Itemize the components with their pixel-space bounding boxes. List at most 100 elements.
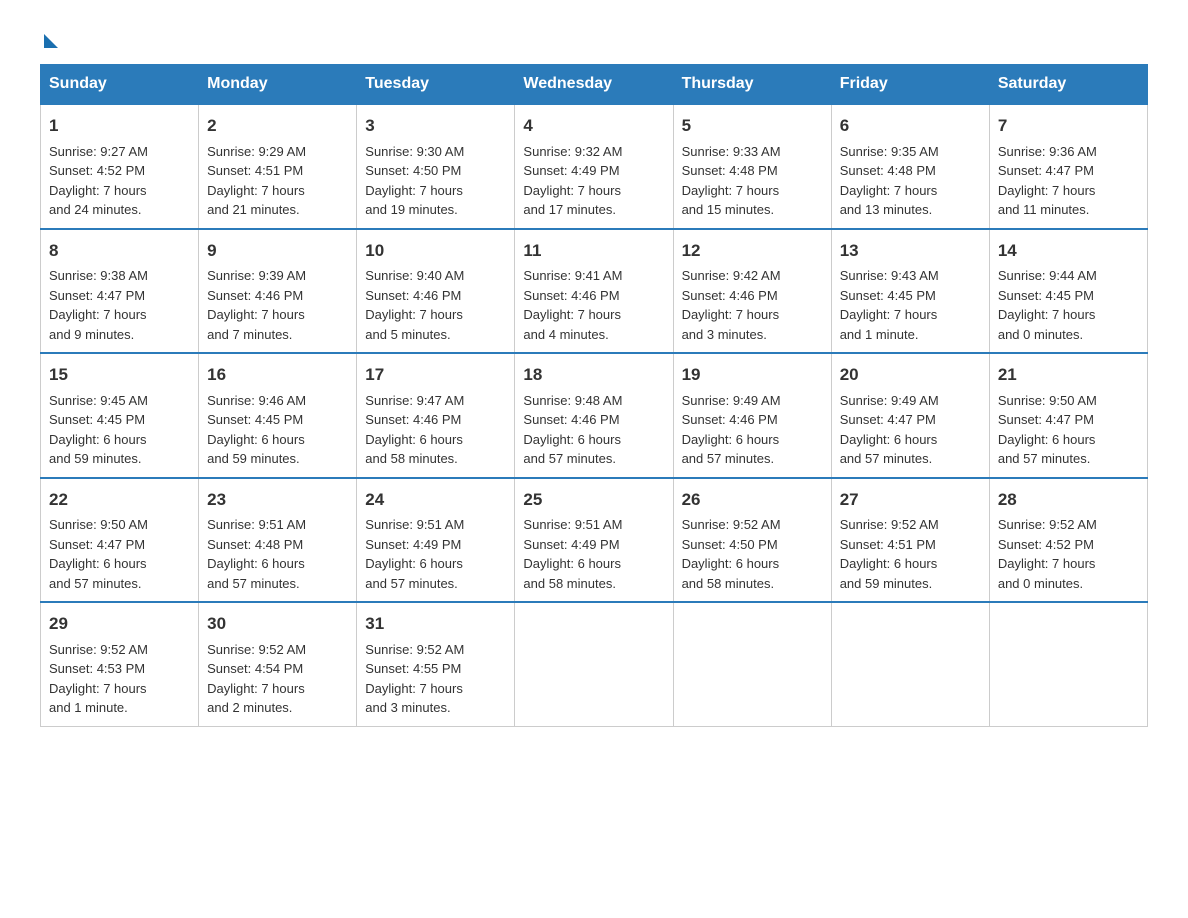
week-row-4: 22Sunrise: 9:50 AM Sunset: 4:47 PM Dayli… — [41, 478, 1148, 603]
day-number: 9 — [207, 238, 348, 264]
calendar-cell: 4Sunrise: 9:32 AM Sunset: 4:49 PM Daylig… — [515, 104, 673, 229]
day-info: Sunrise: 9:51 AM Sunset: 4:49 PM Dayligh… — [365, 515, 506, 593]
day-number: 17 — [365, 362, 506, 388]
day-info: Sunrise: 9:51 AM Sunset: 4:48 PM Dayligh… — [207, 515, 348, 593]
day-number: 27 — [840, 487, 981, 513]
day-number: 13 — [840, 238, 981, 264]
day-number: 25 — [523, 487, 664, 513]
day-number: 15 — [49, 362, 190, 388]
day-number: 23 — [207, 487, 348, 513]
calendar-cell: 24Sunrise: 9:51 AM Sunset: 4:49 PM Dayli… — [357, 478, 515, 603]
calendar-cell: 10Sunrise: 9:40 AM Sunset: 4:46 PM Dayli… — [357, 229, 515, 354]
day-number: 14 — [998, 238, 1139, 264]
calendar-cell: 19 Sunrise: 9:49 AM Sunset: 4:46 PM Dayli… — [673, 353, 831, 478]
calendar-cell: 13Sunrise: 9:43 AM Sunset: 4:45 PM Dayli… — [831, 229, 989, 354]
week-row-2: 8Sunrise: 9:38 AM Sunset: 4:47 PM Daylig… — [41, 229, 1148, 354]
day-info: Sunrise: 9:49 AM Sunset: 4:47 PM Dayligh… — [840, 391, 981, 469]
weekday-header-monday: Monday — [199, 65, 357, 105]
calendar-cell: 27Sunrise: 9:52 AM Sunset: 4:51 PM Dayli… — [831, 478, 989, 603]
day-number: 18 — [523, 362, 664, 388]
day-info: Sunrise: 9:49 AM Sunset: 4:46 PM Dayligh… — [682, 391, 823, 469]
day-number: 31 — [365, 611, 506, 637]
calendar-cell — [673, 602, 831, 726]
day-number: 10 — [365, 238, 506, 264]
calendar-cell: 5 Sunrise: 9:33 AM Sunset: 4:48 PM Daylig… — [673, 104, 831, 229]
calendar-cell: 28Sunrise: 9:52 AM Sunset: 4:52 PM Dayli… — [989, 478, 1147, 603]
day-number: 2 — [207, 113, 348, 139]
calendar-cell: 30 Sunrise: 9:52 AM Sunset: 4:54 PM Dayli… — [199, 602, 357, 726]
week-row-5: 29 Sunrise: 9:52 AM Sunset: 4:53 PM Dayli… — [41, 602, 1148, 726]
day-info: Sunrise: 9:52 AM Sunset: 4:51 PM Dayligh… — [840, 515, 981, 593]
calendar-cell: 16 Sunrise: 9:46 AM Sunset: 4:45 PM Dayli… — [199, 353, 357, 478]
day-info: Sunrise: 9:50 AM Sunset: 4:47 PM Dayligh… — [998, 391, 1139, 469]
day-number: 30 — [207, 611, 348, 637]
calendar-cell: 7 Sunrise: 9:36 AM Sunset: 4:47 PM Daylig… — [989, 104, 1147, 229]
calendar-cell: 14Sunrise: 9:44 AM Sunset: 4:45 PM Dayli… — [989, 229, 1147, 354]
weekday-header-sunday: Sunday — [41, 65, 199, 105]
day-info: Sunrise: 9:52 AM Sunset: 4:54 PM Dayligh… — [207, 640, 348, 718]
logo — [40, 30, 58, 44]
calendar-cell: 11Sunrise: 9:41 AM Sunset: 4:46 PM Dayli… — [515, 229, 673, 354]
weekday-header-thursday: Thursday — [673, 65, 831, 105]
weekday-header-tuesday: Tuesday — [357, 65, 515, 105]
day-info: Sunrise: 9:29 AM Sunset: 4:51 PM Dayligh… — [207, 142, 348, 220]
calendar-cell: 1 Sunrise: 9:27 AM Sunset: 4:52 PM Daylig… — [41, 104, 199, 229]
day-info: Sunrise: 9:39 AM Sunset: 4:46 PM Dayligh… — [207, 266, 348, 344]
weekday-header-friday: Friday — [831, 65, 989, 105]
calendar-cell: 31 Sunrise: 9:52 AM Sunset: 4:55 PM Dayli… — [357, 602, 515, 726]
calendar-cell: 18 Sunrise: 9:48 AM Sunset: 4:46 PM Dayli… — [515, 353, 673, 478]
day-info: Sunrise: 9:33 AM Sunset: 4:48 PM Dayligh… — [682, 142, 823, 220]
day-info: Sunrise: 9:30 AM Sunset: 4:50 PM Dayligh… — [365, 142, 506, 220]
calendar-cell: 26Sunrise: 9:52 AM Sunset: 4:50 PM Dayli… — [673, 478, 831, 603]
weekday-header-saturday: Saturday — [989, 65, 1147, 105]
day-info: Sunrise: 9:36 AM Sunset: 4:47 PM Dayligh… — [998, 142, 1139, 220]
day-info: Sunrise: 9:48 AM Sunset: 4:46 PM Dayligh… — [523, 391, 664, 469]
day-number: 29 — [49, 611, 190, 637]
calendar-cell: 22Sunrise: 9:50 AM Sunset: 4:47 PM Dayli… — [41, 478, 199, 603]
calendar-cell: 15 Sunrise: 9:45 AM Sunset: 4:45 PM Dayli… — [41, 353, 199, 478]
calendar-cell: 29 Sunrise: 9:52 AM Sunset: 4:53 PM Dayli… — [41, 602, 199, 726]
day-number: 21 — [998, 362, 1139, 388]
calendar-cell — [515, 602, 673, 726]
day-info: Sunrise: 9:52 AM Sunset: 4:55 PM Dayligh… — [365, 640, 506, 718]
logo-arrow-icon — [44, 34, 58, 48]
day-number: 28 — [998, 487, 1139, 513]
day-info: Sunrise: 9:27 AM Sunset: 4:52 PM Dayligh… — [49, 142, 190, 220]
day-number: 26 — [682, 487, 823, 513]
calendar-cell: 2 Sunrise: 9:29 AM Sunset: 4:51 PM Daylig… — [199, 104, 357, 229]
calendar-cell: 12Sunrise: 9:42 AM Sunset: 4:46 PM Dayli… — [673, 229, 831, 354]
weekday-header-wednesday: Wednesday — [515, 65, 673, 105]
day-number: 1 — [49, 113, 190, 139]
day-number: 22 — [49, 487, 190, 513]
calendar-cell: 3Sunrise: 9:30 AM Sunset: 4:50 PM Daylig… — [357, 104, 515, 229]
calendar-cell — [989, 602, 1147, 726]
day-info: Sunrise: 9:52 AM Sunset: 4:52 PM Dayligh… — [998, 515, 1139, 593]
day-number: 11 — [523, 238, 664, 264]
day-number: 6 — [840, 113, 981, 139]
day-info: Sunrise: 9:44 AM Sunset: 4:45 PM Dayligh… — [998, 266, 1139, 344]
day-info: Sunrise: 9:32 AM Sunset: 4:49 PM Dayligh… — [523, 142, 664, 220]
day-info: Sunrise: 9:46 AM Sunset: 4:45 PM Dayligh… — [207, 391, 348, 469]
calendar-cell: 9Sunrise: 9:39 AM Sunset: 4:46 PM Daylig… — [199, 229, 357, 354]
day-info: Sunrise: 9:50 AM Sunset: 4:47 PM Dayligh… — [49, 515, 190, 593]
calendar-cell: 20 Sunrise: 9:49 AM Sunset: 4:47 PM Dayli… — [831, 353, 989, 478]
page-header — [40, 30, 1148, 44]
day-number: 12 — [682, 238, 823, 264]
week-row-3: 15 Sunrise: 9:45 AM Sunset: 4:45 PM Dayli… — [41, 353, 1148, 478]
day-number: 7 — [998, 113, 1139, 139]
week-row-1: 1 Sunrise: 9:27 AM Sunset: 4:52 PM Daylig… — [41, 104, 1148, 229]
day-number: 24 — [365, 487, 506, 513]
day-number: 19 — [682, 362, 823, 388]
calendar-cell: 17Sunrise: 9:47 AM Sunset: 4:46 PM Dayli… — [357, 353, 515, 478]
day-info: Sunrise: 9:52 AM Sunset: 4:50 PM Dayligh… — [682, 515, 823, 593]
day-info: Sunrise: 9:51 AM Sunset: 4:49 PM Dayligh… — [523, 515, 664, 593]
day-info: Sunrise: 9:38 AM Sunset: 4:47 PM Dayligh… — [49, 266, 190, 344]
day-info: Sunrise: 9:41 AM Sunset: 4:46 PM Dayligh… — [523, 266, 664, 344]
day-number: 5 — [682, 113, 823, 139]
calendar-cell: 23Sunrise: 9:51 AM Sunset: 4:48 PM Dayli… — [199, 478, 357, 603]
calendar-cell: 25Sunrise: 9:51 AM Sunset: 4:49 PM Dayli… — [515, 478, 673, 603]
day-number: 20 — [840, 362, 981, 388]
day-info: Sunrise: 9:45 AM Sunset: 4:45 PM Dayligh… — [49, 391, 190, 469]
day-number: 16 — [207, 362, 348, 388]
day-info: Sunrise: 9:52 AM Sunset: 4:53 PM Dayligh… — [49, 640, 190, 718]
